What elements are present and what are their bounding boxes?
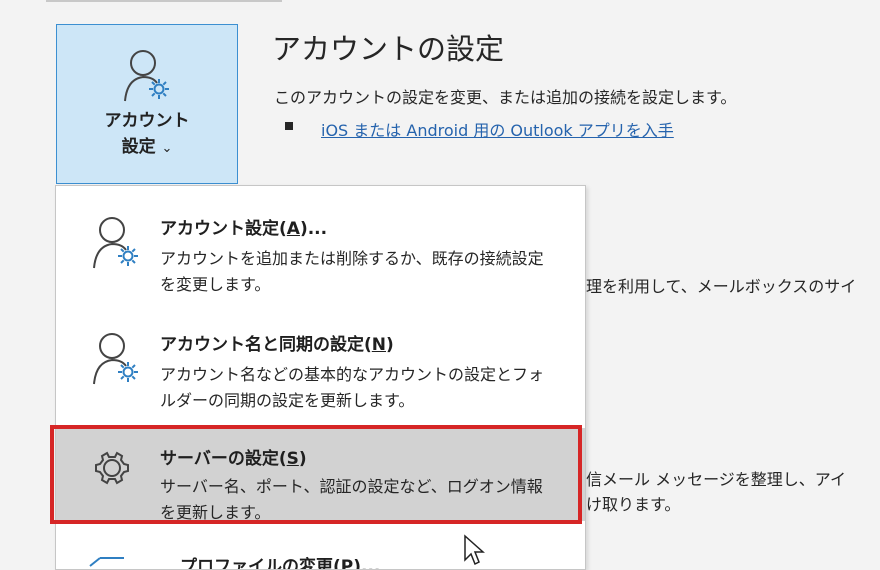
menu-item-title: アカウント名と同期の設定(N) xyxy=(160,335,394,355)
mouse-cursor-icon xyxy=(464,534,485,566)
menu-item-account-name-sync[interactable]: アカウント名と同期の設定(N) アカウント名などの基本的なアカウントの設定とフォ… xyxy=(56,312,585,422)
background-text: 信メール メッセージを整理し、アイ xyxy=(586,470,846,489)
person-gear-icon xyxy=(93,333,138,385)
person-gear-icon xyxy=(93,217,138,269)
menu-item-title: アカウント設定(A)... xyxy=(160,219,328,239)
menu-item-change-profile[interactable]: プロファイルの変更(P)... xyxy=(76,548,576,570)
bullet-icon xyxy=(285,122,293,130)
arrow-icon xyxy=(89,557,124,567)
top-divider xyxy=(46,0,282,2)
account-settings-label-line1: アカウント xyxy=(104,111,190,131)
chevron-down-icon: ⌄ xyxy=(161,141,173,156)
menu-item-description: アカウントを追加または削除するか、既存の接続設定を変更します。 xyxy=(160,249,544,294)
account-settings-label-line2: 設定 xyxy=(121,137,156,157)
person-gear-icon xyxy=(124,50,169,102)
background-text: け取ります。 xyxy=(586,495,681,514)
background-text: 理を利用して、メールボックスのサイ xyxy=(586,277,857,296)
menu-item-account-settings[interactable]: アカウント設定(A)... アカウントを追加または削除するか、既存の接続設定を変… xyxy=(56,196,585,306)
get-outlook-app-link[interactable]: iOS または Android 用の Outlook アプリを入手 xyxy=(321,117,674,141)
section-title: アカウントの設定 xyxy=(272,32,505,66)
menu-item-description: アカウント名などの基本的なアカウントの設定とフォルダーの同期の設定を更新します。 xyxy=(160,365,545,410)
section-description: このアカウントの設定を変更、または追加の接続を設定します。 xyxy=(274,88,737,107)
menu-item-title: プロファイルの変更(P)... xyxy=(180,557,381,570)
highlight-box xyxy=(50,425,582,524)
account-settings-button[interactable]: アカウント 設定 ⌄ xyxy=(56,24,238,184)
